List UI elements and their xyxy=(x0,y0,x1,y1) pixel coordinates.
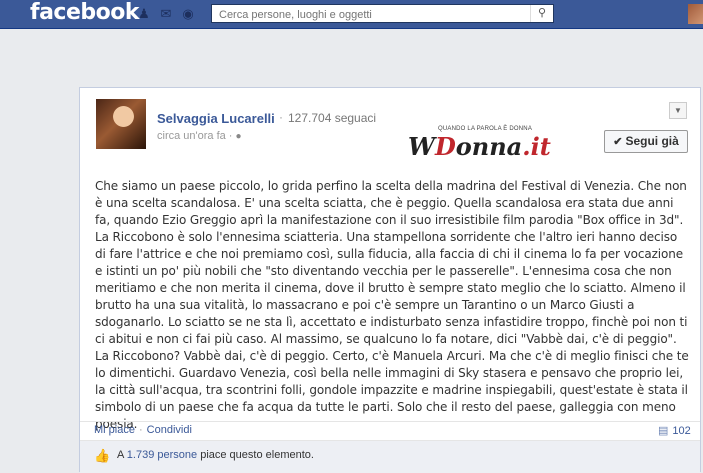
wdonna-logo: QUANDO LA PAROLA È DONNA WDonna.it xyxy=(408,126,560,162)
thumbs-up-icon: 👍 xyxy=(94,448,111,463)
comment-count[interactable]: ▤ 102 xyxy=(658,424,691,437)
search-box: ⚲ xyxy=(211,4,554,24)
post-card: Selvaggia Lucarelli · 127.704 seguaci ci… xyxy=(79,87,701,473)
follow-button-label: Segui già xyxy=(625,134,679,148)
followers-count[interactable]: 127.704 seguaci xyxy=(288,111,376,125)
share-link[interactable]: Condividi xyxy=(147,424,192,436)
search-icon[interactable]: ⚲ xyxy=(530,5,553,22)
facebook-logo[interactable]: facebook xyxy=(30,0,140,25)
likes-summary: 👍 A 1.739 persone piace questo elemento. xyxy=(80,440,700,473)
like-link[interactable]: Mi piace xyxy=(94,424,135,436)
notifications-icon[interactable]: ◉ xyxy=(180,6,196,22)
globe-icon: ● xyxy=(235,131,242,142)
divider xyxy=(80,421,700,422)
jewel-icons: ♟ ✉ ◉ xyxy=(136,5,202,23)
author-name[interactable]: Selvaggia Lucarelli xyxy=(157,111,275,126)
likes-count-link[interactable]: 1.739 persone xyxy=(127,449,197,461)
search-input[interactable] xyxy=(212,6,529,24)
friend-requests-icon[interactable]: ♟ xyxy=(136,6,152,22)
comment-icon: ▤ xyxy=(658,425,669,437)
post-time[interactable]: circa un'ora fa · xyxy=(157,130,232,142)
messages-icon[interactable]: ✉ xyxy=(158,6,174,22)
top-bar: facebook ♟ ✉ ◉ ⚲ xyxy=(0,0,703,29)
author-avatar[interactable] xyxy=(96,99,146,149)
follow-button[interactable]: ✔ Segui già xyxy=(604,130,688,153)
comment-count-value: 102 xyxy=(672,425,691,437)
check-icon: ✔ xyxy=(613,136,623,148)
post-timestamp: circa un'ora fa · ● xyxy=(157,130,242,142)
post-body: Che siamo un paese piccolo, lo grida per… xyxy=(95,179,689,431)
brand-wordmark: WDonna.it xyxy=(408,132,551,161)
post-options-chevron-icon[interactable]: ▼ xyxy=(669,102,687,119)
user-avatar[interactable] xyxy=(688,4,703,24)
action-separator: · xyxy=(138,424,143,436)
likes-text: A 1.739 persone piace questo elemento. xyxy=(117,449,314,461)
name-separator: · xyxy=(279,110,283,124)
post-actions: Mi piace · Condividi xyxy=(94,424,192,436)
